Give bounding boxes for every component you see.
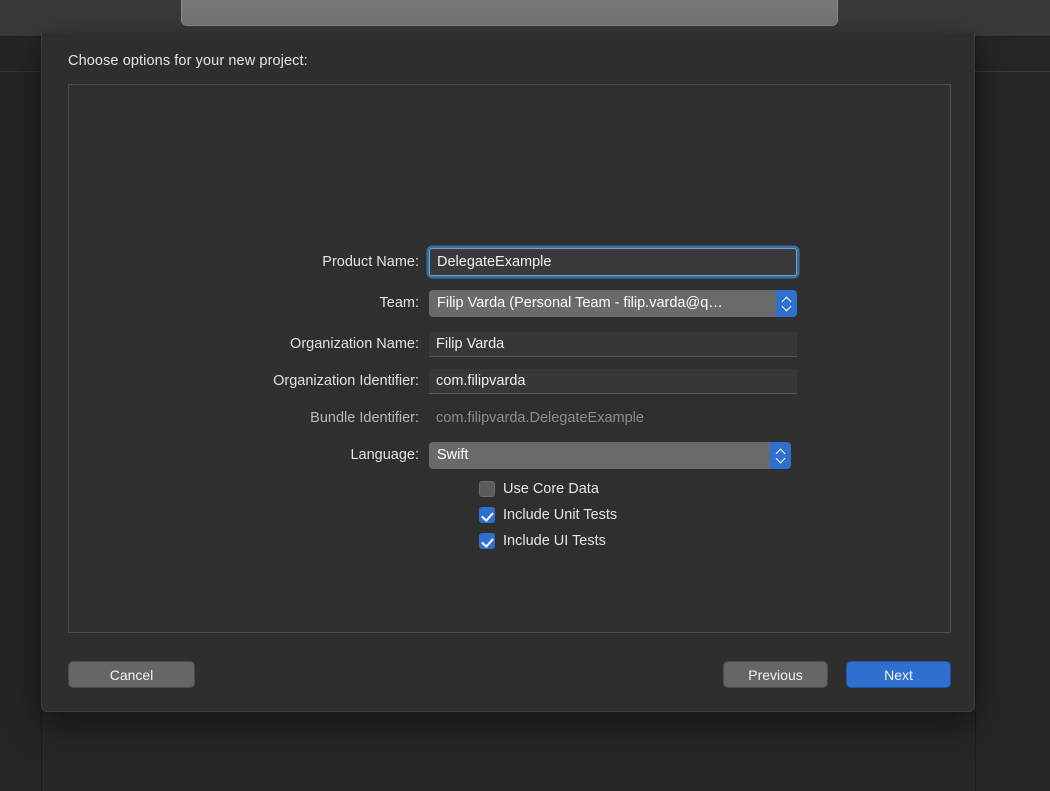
field-language: Swift <box>429 441 791 469</box>
label-team: Team: <box>379 295 420 311</box>
sheet-anchor-bar <box>181 0 838 26</box>
checkbox-include-ui-tests[interactable]: Include UI Tests <box>479 531 606 551</box>
field-team: Filip Varda (Personal Team - filip.varda… <box>429 289 797 317</box>
checkbox-use-core-data[interactable]: Use Core Data <box>479 479 599 499</box>
field-product-name: DelegateExample <box>429 248 797 276</box>
chevron-down-icon <box>776 456 785 461</box>
options-content-box: Product Name: DelegateExample Team: Fili… <box>68 84 951 633</box>
row-product-name: Product Name: DelegateExample <box>69 248 797 276</box>
language-select-value: Swift <box>437 447 469 463</box>
checkbox-label-use-core-data: Use Core Data <box>503 481 599 497</box>
label-organization-identifier: Organization Identifier: <box>273 373 419 389</box>
checkbox-box-unchecked-icon[interactable] <box>479 481 495 497</box>
field-organization-name: Filip Varda <box>429 331 797 357</box>
background-left-sidebar <box>0 38 42 791</box>
row-team: Team: Filip Varda (Personal Team - filip… <box>69 289 797 317</box>
previous-button[interactable]: Previous <box>723 661 828 688</box>
chevron-down-icon <box>782 304 791 309</box>
checkmark-icon[interactable] <box>479 507 495 523</box>
background-left-divider <box>0 71 42 72</box>
label-product-name: Product Name: <box>322 254 419 270</box>
cancel-button[interactable]: Cancel <box>68 661 195 688</box>
organization-identifier-input[interactable]: com.filipvarda <box>429 368 797 394</box>
team-select-value: Filip Varda (Personal Team - filip.varda… <box>437 295 723 311</box>
checkbox-label-include-unit-tests: Include Unit Tests <box>503 507 618 523</box>
row-bundle-identifier: Bundle Identifier: com.filipvarda.Delega… <box>69 405 797 431</box>
label-bundle-identifier: Bundle Identifier: <box>310 410 419 426</box>
label-organization-name: Organization Name: <box>290 336 419 352</box>
row-language: Language: Swift <box>69 441 791 469</box>
dialog-title: Choose options for your new project: <box>68 53 308 69</box>
field-organization-identifier: com.filipvarda <box>429 368 797 394</box>
checkbox-label-include-ui-tests: Include UI Tests <box>503 533 606 549</box>
row-organization-name: Organization Name: Filip Varda <box>69 331 797 357</box>
language-select-stepper[interactable] <box>770 441 791 469</box>
background-right-panel <box>975 38 1050 791</box>
field-bundle-identifier: com.filipvarda.DelegateExample <box>429 405 797 431</box>
background-right-divider <box>975 71 1050 72</box>
team-select-stepper[interactable] <box>776 289 797 317</box>
team-select[interactable]: Filip Varda (Personal Team - filip.varda… <box>429 289 797 317</box>
organization-name-input[interactable]: Filip Varda <box>429 331 797 357</box>
background-titlebar <box>0 0 1050 37</box>
label-language: Language: <box>350 447 419 463</box>
product-name-input[interactable]: DelegateExample <box>429 248 797 276</box>
bundle-identifier-value: com.filipvarda.DelegateExample <box>436 410 644 426</box>
language-select[interactable]: Swift <box>429 441 791 469</box>
new-project-options-dialog: Choose options for your new project: Pro… <box>41 33 975 712</box>
checkbox-include-unit-tests[interactable]: Include Unit Tests <box>479 505 617 525</box>
row-organization-identifier: Organization Identifier: com.filipvarda <box>69 368 797 394</box>
checkmark-icon[interactable] <box>479 533 495 549</box>
next-button[interactable]: Next <box>846 661 951 688</box>
